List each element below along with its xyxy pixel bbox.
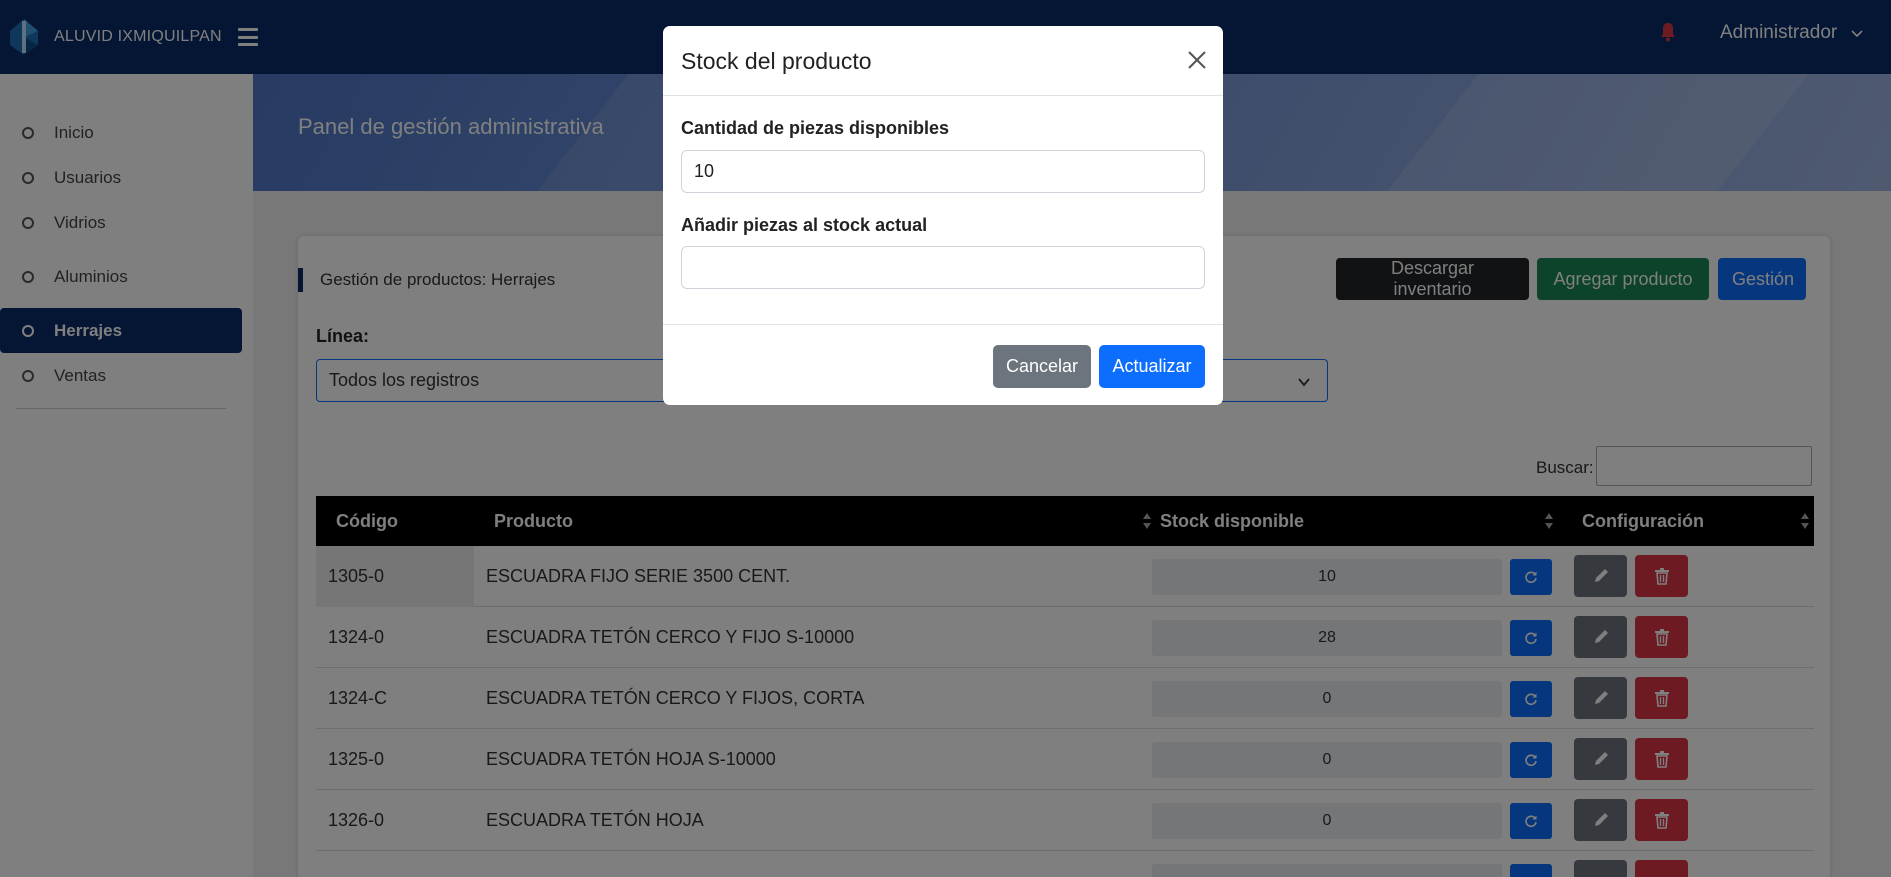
modal-header-divider xyxy=(663,95,1223,96)
stock-modal: Stock del producto Cantidad de piezas di… xyxy=(663,26,1223,405)
modal-footer-divider xyxy=(663,324,1223,325)
available-pieces-input[interactable] xyxy=(681,150,1205,193)
add-pieces-input[interactable] xyxy=(681,246,1205,289)
available-pieces-label: Cantidad de piezas disponibles xyxy=(681,118,950,138)
modal-title: Stock del producto xyxy=(681,48,872,74)
update-button[interactable]: Actualizar xyxy=(1099,345,1205,388)
add-pieces-label: Añadir piezas al stock actual xyxy=(681,215,928,235)
close-icon[interactable] xyxy=(1185,48,1209,72)
cancel-button[interactable]: Cancelar xyxy=(993,345,1091,388)
